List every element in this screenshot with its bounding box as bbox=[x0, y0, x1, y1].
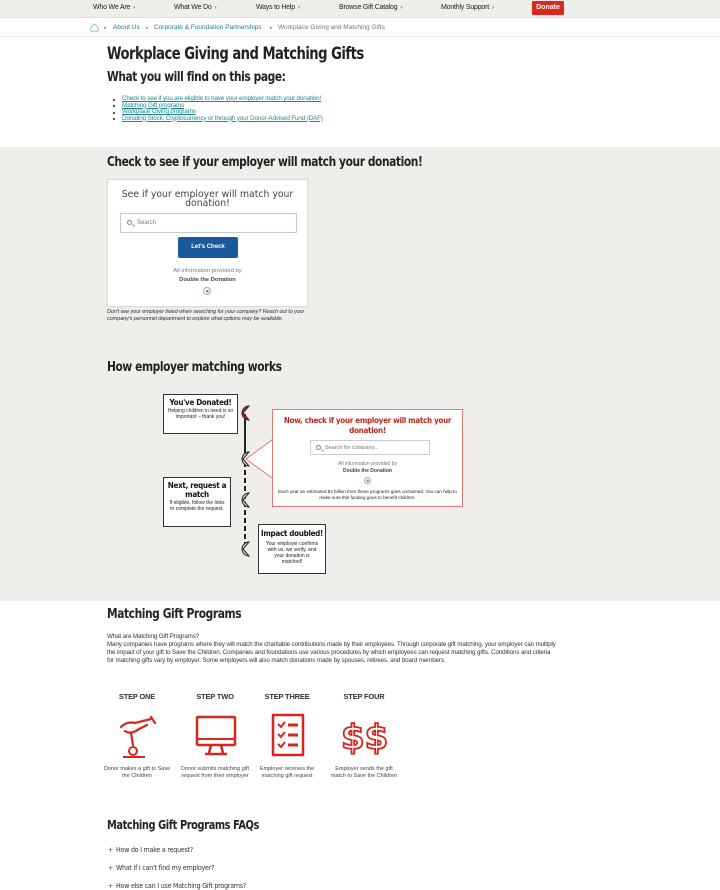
matching-gift-heading: Matching Gift Programs bbox=[107, 607, 242, 622]
double-the-donation-logo-icon bbox=[364, 477, 371, 484]
step-impact-body: Your employer confirms with us, we verif… bbox=[265, 541, 319, 565]
provider-name: Double the Donation bbox=[343, 468, 392, 474]
step-impact-box: Impact doubled! Your employer confirms w… bbox=[258, 524, 326, 574]
step-label: STEP TWO bbox=[196, 692, 234, 701]
faq-question: How do I make a request? bbox=[116, 846, 194, 854]
timeline-node-donated bbox=[241, 405, 251, 421]
company-search-input[interactable]: Search for company... bbox=[310, 440, 430, 455]
callout-footer: Each year an estimated $4 billion from t… bbox=[278, 489, 457, 500]
step-donated-body: Helping children in need is so important… bbox=[167, 408, 234, 420]
step-impact-title: Impact doubled! bbox=[260, 529, 324, 538]
matching-gift-body: Many companies have programs where they … bbox=[107, 641, 556, 664]
step-description: Donor submits matching gift request from… bbox=[180, 766, 250, 780]
step-three: STEP THREE Employer receives the matchin… bbox=[256, 692, 318, 779]
step-request-title: Next, request a match bbox=[167, 481, 227, 499]
step-label: STEP THREE bbox=[264, 692, 310, 701]
faq-item-make-request[interactable]: + How do I make a request? bbox=[108, 846, 193, 854]
check-employer-callout: Now, check if your employer will match y… bbox=[272, 409, 463, 507]
svg-text:$$: $$ bbox=[341, 718, 387, 758]
search-placeholder: Search for company... bbox=[325, 445, 379, 451]
faq-item-cant-find-employer[interactable]: + What if I can't find my employer? bbox=[108, 864, 214, 872]
step-request-box: Next, request a match If eligible, follo… bbox=[163, 477, 231, 527]
hand-coin-icon bbox=[119, 715, 157, 758]
monitor-icon bbox=[195, 715, 237, 756]
matching-gift-intro: What are Matching Gift Programs? Many co… bbox=[107, 633, 557, 665]
step-description: Employer receives the matching gift requ… bbox=[259, 766, 315, 780]
expand-icon: + bbox=[108, 846, 114, 854]
faq-question: How else can I use Matching Gift program… bbox=[116, 882, 247, 890]
step-description: Employer sends the gift match to Save th… bbox=[330, 766, 398, 780]
step-two: STEP TWO Donor submits matching gift req… bbox=[181, 692, 249, 779]
matching-gift-question: What are Matching Gift Programs? bbox=[107, 633, 200, 640]
step-description: Donor makes a gift to Save the Children bbox=[103, 766, 171, 780]
expand-icon: + bbox=[108, 882, 114, 890]
callout-pointer bbox=[245, 439, 273, 479]
step-label: STEP ONE bbox=[118, 692, 156, 701]
expand-icon: + bbox=[108, 864, 114, 872]
step-label: STEP FOUR bbox=[343, 692, 385, 701]
faq-question: What if I can't find my employer? bbox=[116, 864, 215, 872]
step-one: STEP ONE Donor makes a gift to Save the … bbox=[104, 692, 170, 779]
checklist-icon bbox=[271, 713, 305, 757]
faq-item-other-uses[interactable]: + How else can I use Matching Gift progra… bbox=[108, 882, 246, 890]
step-donated-title: You've Donated! bbox=[169, 398, 232, 407]
search-icon bbox=[316, 445, 321, 450]
step-donated-box: You've Donated! Helping children in need… bbox=[163, 394, 238, 434]
callout-title: Now, check if your employer will match y… bbox=[283, 416, 452, 435]
step-four: STEP FOUR $$ Employer sends the gift mat… bbox=[331, 692, 397, 779]
info-provided-by: All information provided by bbox=[338, 461, 397, 467]
dollar-signs-icon: $$ bbox=[341, 717, 387, 759]
timeline-node-request bbox=[241, 492, 251, 508]
faq-heading: Matching Gift Programs FAQs bbox=[107, 818, 259, 832]
step-request-body: If eligible, follow the links to complet… bbox=[169, 500, 225, 512]
timeline-node-impact bbox=[241, 541, 251, 557]
